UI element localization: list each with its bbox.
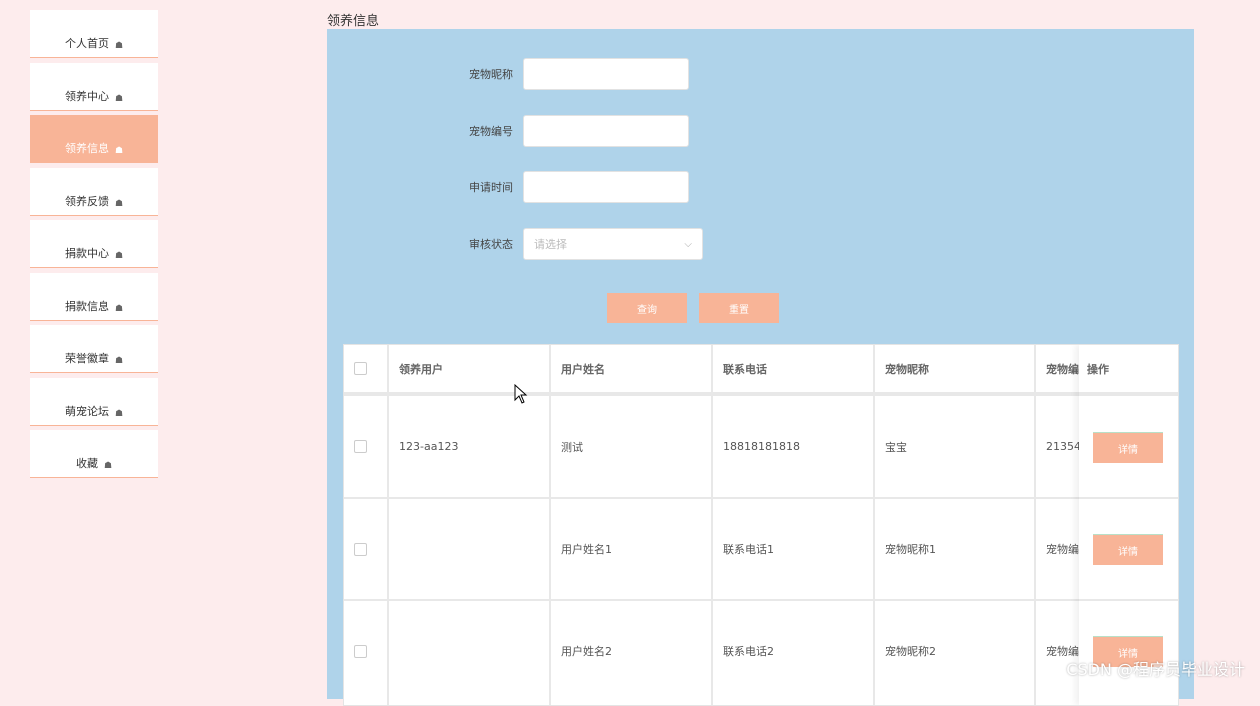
apply-time-row: 申请时间 (327, 171, 689, 203)
sidebar-item-forum[interactable]: 萌宠论坛 ☗ (30, 377, 158, 426)
home-icon: ☗ (114, 356, 124, 366)
pet-name-row: 宠物昵称 (327, 58, 689, 90)
home-icon: ☗ (114, 146, 124, 156)
sidebar-item-donate-info[interactable]: 捐款信息 ☗ (30, 272, 158, 321)
pet-name-input[interactable] (523, 58, 689, 90)
col-header-operation: 操作 (1087, 362, 1109, 376)
watermark: CSDN @程序员毕业设计 (1066, 660, 1245, 679)
table-cell: 联系电话1 (723, 543, 774, 556)
status-select[interactable]: 请选择 ⌵ (523, 228, 703, 260)
pet-no-input[interactable] (523, 115, 689, 147)
reset-button[interactable]: 重置 (699, 293, 779, 323)
home-icon: ☗ (114, 41, 124, 51)
row-checkbox-cell (344, 601, 387, 701)
status-row: 审核状态 请选择 ⌵ (327, 228, 703, 260)
sidebar-item-adopt-info[interactable]: 领养信息 ☗ (30, 115, 158, 163)
sidebar-item-donate-center[interactable]: 捐款中心 ☗ (30, 220, 158, 268)
col-header: 宠物昵称 (885, 362, 929, 376)
sidebar-item-adopt-center[interactable]: 领养中心 ☗ (30, 62, 158, 111)
table-cell: 联系电话2 (723, 645, 774, 658)
sidebar-item-label: 捐款信息 (64, 299, 109, 313)
table-cell: 用户姓名2 (561, 645, 612, 658)
sidebar: 个人首页 ☗ 领养中心 ☗ 领养信息 ☗ 领养反馈 ☗ 捐款中心 ☗ 捐款信息 ☗ 荣誉徽章… (30, 10, 158, 483)
home-icon: ☗ (114, 408, 124, 419)
detail-button[interactable]: 详情 (1093, 534, 1163, 565)
adoption-table: 领养用户 用户姓名 联系电话 宠物昵称 宠物编号 123-aa123 测试 18… (343, 344, 1179, 706)
row-checkbox[interactable] (354, 440, 367, 453)
sidebar-item-favorites[interactable]: 收藏 ☗ (30, 430, 158, 478)
page-title: 领养信息 (327, 14, 380, 29)
operation-column: 操作 详情 详情 详情 (1079, 345, 1178, 705)
sidebar-item-label: 个人首页 (64, 37, 109, 50)
status-placeholder: 请选择 (534, 238, 567, 251)
sidebar-item-label: 荣誉徽章 (64, 352, 109, 365)
query-button[interactable]: 查询 (607, 293, 687, 323)
sidebar-item-home[interactable]: 个人首页 ☗ (30, 10, 158, 58)
col-header: 联系电话 (723, 362, 767, 376)
row-checkbox-cell (344, 499, 387, 599)
sidebar-item-label: 萌宠论坛 (64, 404, 109, 418)
table-cell: 宠物昵称2 (885, 645, 936, 658)
home-icon: ☗ (114, 251, 124, 261)
pet-no-row: 宠物编号 (327, 115, 689, 147)
mouse-cursor-icon (514, 384, 528, 404)
col-header: 用户姓名 (561, 362, 605, 376)
sidebar-item-label: 领养反馈 (64, 194, 109, 208)
row-checkbox[interactable] (354, 542, 367, 556)
row-checkbox[interactable] (354, 644, 367, 658)
home-icon: ☗ (114, 303, 124, 314)
sidebar-item-label: 收藏 (75, 457, 98, 470)
sidebar-item-badges[interactable]: 荣誉徽章 ☗ (30, 325, 158, 373)
table-cell: 宠物昵称1 (885, 543, 936, 556)
row-checkbox-cell (344, 396, 387, 497)
home-icon: ☗ (114, 198, 124, 209)
apply-time-label: 申请时间 (469, 181, 513, 194)
sidebar-item-adopt-feedback[interactable]: 领养反馈 ☗ (30, 167, 158, 216)
main-panel: 宠物昵称 宠物编号 申请时间 审核状态 请选择 ⌵ 查询 重置 领养用户 用户姓… (327, 29, 1194, 706)
chevron-down-icon: ⌵ (684, 238, 692, 250)
table-cell (389, 601, 549, 701)
pet-name-label: 宠物昵称 (469, 68, 513, 81)
table-cell: 123-aa123 (399, 440, 459, 453)
select-all-cell (344, 345, 387, 392)
table-cell: 用户姓名1 (561, 543, 612, 556)
home-icon: ☗ (103, 461, 113, 471)
sidebar-item-label: 领养信息 (64, 142, 109, 155)
apply-time-input[interactable] (523, 171, 689, 203)
select-all-checkbox[interactable] (354, 362, 367, 375)
table-cell: 宝宝 (885, 440, 907, 454)
detail-button[interactable]: 详情 (1093, 432, 1163, 463)
home-icon: ☗ (114, 93, 124, 104)
sidebar-item-label: 领养中心 (64, 89, 109, 103)
table-cell: 18818181818 (723, 440, 800, 453)
table-cell: 测试 (561, 440, 583, 454)
pet-no-label: 宠物编号 (469, 125, 513, 138)
table-cell (389, 499, 549, 599)
sidebar-item-label: 捐款中心 (64, 247, 109, 260)
status-label: 审核状态 (469, 238, 513, 251)
